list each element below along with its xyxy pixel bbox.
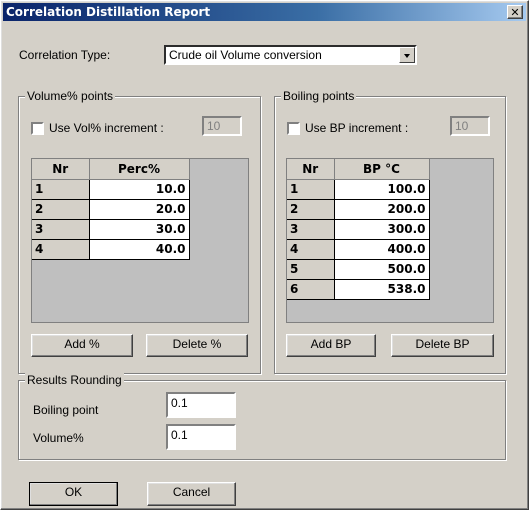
boiling-point-rounding-label: Boiling point	[33, 403, 99, 417]
bp-cell[interactable]: 200.0	[334, 199, 430, 220]
table-row[interactable]: 3 300.0	[287, 219, 430, 240]
row-number: 4	[32, 239, 90, 260]
add-percent-button[interactable]: Add %	[31, 334, 133, 357]
table-row[interactable]: 5 500.0	[287, 259, 430, 280]
perc-cell[interactable]: 20.0	[89, 199, 190, 220]
volume-points-table: Nr Perc% 1 10.0 2 20.0 3 30.0 4 40.0	[32, 159, 190, 260]
row-number: 6	[287, 279, 335, 300]
row-number: 4	[287, 239, 335, 260]
volume-rounding-field[interactable]: 0.1	[166, 424, 236, 450]
volume-points-grid[interactable]: Nr Perc% 1 10.0 2 20.0 3 30.0 4 40.0	[31, 158, 249, 323]
window-title: Correlation Distillation Report	[6, 5, 211, 19]
table-row[interactable]: 4 400.0	[287, 239, 430, 260]
boiling-points-title: Boiling points	[281, 89, 357, 103]
column-header-perc: Perc%	[89, 159, 190, 180]
perc-cell[interactable]: 40.0	[89, 239, 190, 260]
chevron-down-icon[interactable]	[399, 47, 415, 63]
row-number: 1	[287, 179, 335, 200]
table-header-row: Nr Perc%	[32, 159, 190, 180]
bp-cell[interactable]: 400.0	[334, 239, 430, 260]
column-header-nr: Nr	[32, 159, 90, 180]
column-header-nr: Nr	[287, 159, 335, 180]
boiling-points-table: Nr BP °C 1 100.0 2 200.0 3 300.0 4 400.0…	[287, 159, 430, 300]
table-row[interactable]: 2 200.0	[287, 199, 430, 220]
bp-cell[interactable]: 300.0	[334, 219, 430, 240]
close-button[interactable]: ✕	[507, 5, 523, 19]
bp-increment-field[interactable]: 10	[450, 116, 490, 136]
table-row[interactable]: 1 100.0	[287, 179, 430, 200]
vol-increment-field[interactable]: 10	[202, 116, 242, 136]
correlation-type-select[interactable]: Crude oil Volume conversion	[164, 45, 417, 65]
results-rounding-group: Results Rounding	[18, 373, 506, 460]
row-number: 2	[287, 199, 335, 220]
close-icon: ✕	[510, 6, 520, 19]
column-header-bp: BP °C	[334, 159, 430, 180]
correlation-type-value: Crude oil Volume conversion	[169, 48, 322, 62]
row-number: 3	[287, 219, 335, 240]
use-bp-increment-label: Use BP increment :	[305, 121, 409, 135]
volume-rounding-label: Volume%	[33, 431, 84, 445]
use-vol-increment-checkbox[interactable]	[31, 122, 44, 135]
results-rounding-title: Results Rounding	[25, 373, 124, 387]
delete-bp-button[interactable]: Delete BP	[391, 334, 494, 357]
row-number: 3	[32, 219, 90, 240]
cancel-button[interactable]: Cancel	[147, 482, 236, 506]
correlation-type-label: Correlation Type:	[19, 48, 111, 62]
delete-percent-button[interactable]: Delete %	[146, 334, 248, 357]
bp-cell[interactable]: 500.0	[334, 259, 430, 280]
perc-cell[interactable]: 10.0	[89, 179, 190, 200]
table-row[interactable]: 6 538.0	[287, 279, 430, 300]
bp-cell[interactable]: 100.0	[334, 179, 430, 200]
dialog-window: Correlation Distillation Report ✕ Correl…	[0, 0, 529, 510]
table-row[interactable]: 3 30.0	[32, 219, 190, 240]
row-number: 1	[32, 179, 90, 200]
boiling-point-rounding-field[interactable]: 0.1	[166, 392, 236, 418]
add-bp-button[interactable]: Add BP	[286, 334, 376, 357]
boiling-points-grid[interactable]: Nr BP °C 1 100.0 2 200.0 3 300.0 4 400.0…	[286, 158, 494, 323]
row-number: 5	[287, 259, 335, 280]
title-bar[interactable]: Correlation Distillation Report ✕	[3, 3, 526, 21]
perc-cell[interactable]: 30.0	[89, 219, 190, 240]
use-bp-increment-checkbox[interactable]	[287, 122, 300, 135]
table-row[interactable]: 4 40.0	[32, 239, 190, 260]
table-header-row: Nr BP °C	[287, 159, 430, 180]
row-number: 2	[32, 199, 90, 220]
table-row[interactable]: 1 10.0	[32, 179, 190, 200]
volume-points-title: Volume% points	[25, 89, 116, 103]
use-vol-increment-label: Use Vol% increment :	[49, 121, 164, 135]
table-row[interactable]: 2 20.0	[32, 199, 190, 220]
ok-button[interactable]: OK	[29, 482, 118, 506]
bp-cell[interactable]: 538.0	[334, 279, 430, 300]
